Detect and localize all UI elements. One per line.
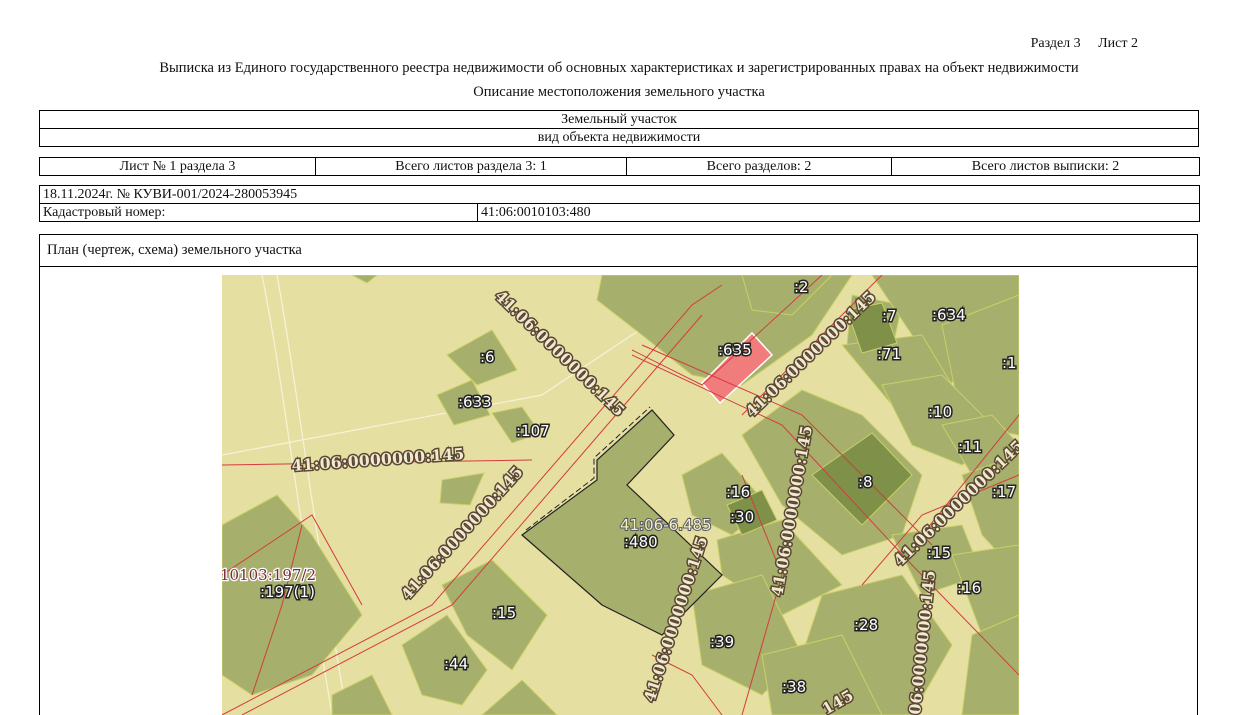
label-8: :8 (858, 473, 873, 491)
label-197: :197(1) (260, 583, 315, 601)
total-sections-cell: Всего разделов: 2 (626, 157, 892, 176)
label-2: :2 (794, 278, 809, 296)
document-subtitle: Описание местоположения земельного участ… (473, 84, 765, 100)
label-480: :480 (624, 533, 658, 551)
record-table: 18.11.2024г. № КУВИ-001/2024-280053945 К… (38, 185, 1201, 222)
cadastral-value: 41:06:0010103:480 (476, 203, 1201, 222)
document-title: Выписка из Единого государственного реес… (159, 60, 1079, 76)
label-71: :71 (877, 345, 901, 363)
section-number: Раздел 3 (1030, 36, 1081, 51)
object-type-table: Земельный участок вид объекта недвижимос… (39, 110, 1199, 147)
label-16-right: :16 (957, 579, 981, 597)
total-extract-sheets-cell: Всего листов выписки: 2 (891, 157, 1200, 176)
label-15-left: :15 (492, 604, 516, 622)
label-107: :107 (516, 422, 550, 440)
label-6: :6 (480, 348, 495, 366)
label-11: :11 (958, 438, 982, 456)
plan-section: План (чертеж, схема) земельного участка (39, 234, 1198, 715)
label-634: :634 (932, 306, 966, 324)
plan-heading: План (чертеж, схема) земельного участка (40, 235, 1197, 267)
object-type-value: Земельный участок (39, 110, 1199, 129)
cadastral-label: Кадастровый номер: (39, 203, 478, 222)
object-type-caption: вид объекта недвижимости (39, 128, 1199, 147)
label-1: :1 (1002, 354, 1017, 372)
label-30: :30 (730, 508, 754, 526)
label-635: :635 (718, 341, 752, 359)
sheet-info: Раздел 3 Лист 2 (1031, 36, 1138, 52)
label-38: :38 (782, 678, 806, 696)
record-date-number: 18.11.2024г. № КУВИ-001/2024-280053945 (38, 185, 1201, 204)
label-16-center: :16 (726, 483, 750, 501)
label-zone: 41:06-6.485 (620, 516, 712, 534)
label-44: :44 (444, 655, 468, 673)
label-10: :10 (928, 403, 952, 421)
label-633: :633 (458, 393, 492, 411)
label-15-right: :15 (927, 544, 951, 562)
label-7: :7 (882, 307, 897, 325)
label-neighbor: 10103:197/2 (222, 566, 316, 584)
sheets-table: Лист № 1 раздела 3 Всего листов раздела … (39, 157, 1200, 176)
label-28: :28 (854, 616, 878, 634)
sheet-no-cell: Лист № 1 раздела 3 (39, 157, 316, 176)
label-39: :39 (710, 633, 734, 651)
cadastral-map[interactable]: 41:06:0000000:145 41:06:0000000:145 41:0… (222, 275, 1019, 715)
total-section-sheets-cell: Всего листов раздела 3: 1 (315, 157, 627, 176)
sheet-number: Лист 2 (1098, 36, 1138, 51)
label-17: :17 (992, 483, 1016, 501)
